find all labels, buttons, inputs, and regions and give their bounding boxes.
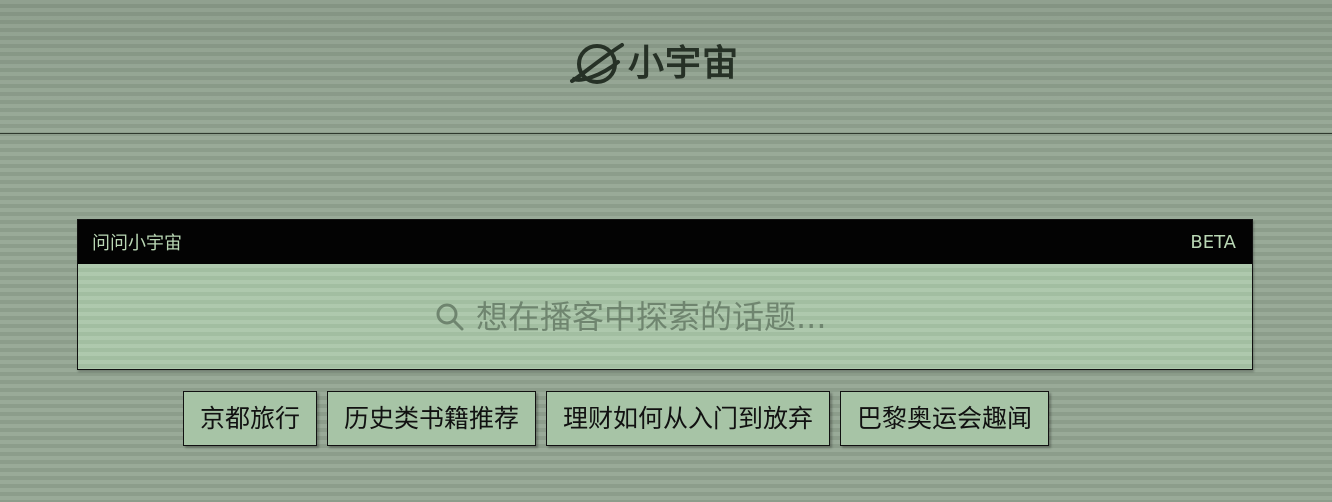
ask-panel-header: 问问小宇宙 BETA — [78, 220, 1252, 264]
search-icon — [436, 303, 464, 330]
top-header: 小宇宙 — [0, 0, 1332, 134]
search-box[interactable] — [434, 294, 896, 339]
beta-badge: BETA — [1190, 231, 1236, 253]
search-input[interactable] — [476, 294, 896, 339]
suggestion-chip-finance[interactable]: 理财如何从入门到放弃 — [546, 391, 831, 446]
suggestion-chips: 京都旅行 历史类书籍推荐 理财如何从入门到放弃 巴黎奥运会趣闻 — [183, 391, 1050, 446]
ask-panel: 问问小宇宙 BETA — [77, 219, 1253, 370]
suggestion-chip-paris-olympics[interactable]: 巴黎奥运会趣闻 — [840, 391, 1050, 446]
suggestion-chip-kyoto-trip[interactable]: 京都旅行 — [183, 391, 318, 446]
app-logo[interactable]: 小宇宙 — [568, 38, 739, 90]
planet-icon — [570, 43, 624, 84]
suggestion-chip-history-books[interactable]: 历史类书籍推荐 — [327, 391, 537, 446]
ask-panel-body[interactable] — [78, 264, 1252, 369]
logo-text: 小宇宙 — [628, 43, 740, 84]
ask-title: 问问小宇宙 — [92, 233, 182, 254]
